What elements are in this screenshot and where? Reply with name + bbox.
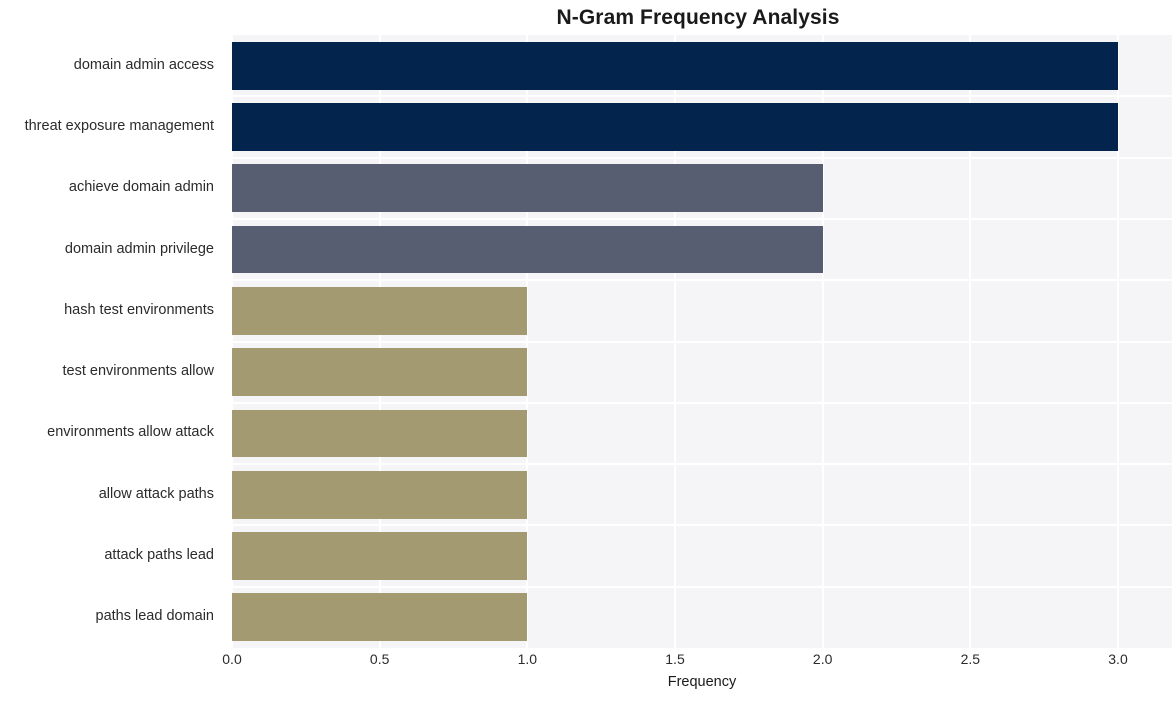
bar — [232, 286, 528, 335]
y-axis-tick-labels: domain admin access threat exposure manag… — [0, 35, 224, 648]
gridline-horizontal — [232, 524, 1172, 527]
y-axis-tick-label: attack paths lead — [104, 547, 214, 564]
bar — [232, 409, 528, 458]
y-axis-tick-label: threat exposure management — [24, 117, 214, 134]
x-axis-tick-label: 1.0 — [517, 651, 538, 667]
x-axis-tick-label: 0.5 — [369, 651, 390, 667]
bar — [232, 532, 528, 580]
bar — [232, 164, 823, 213]
y-axis-tick-label: allow attack paths — [98, 485, 214, 502]
gridline-horizontal — [232, 585, 1172, 588]
x-axis-tick-label: 2.5 — [960, 651, 981, 667]
bar — [232, 348, 528, 397]
gridline-horizontal — [232, 340, 1172, 343]
y-axis-tick-label: domain admin privilege — [64, 240, 214, 257]
gridline-horizontal — [232, 217, 1172, 220]
x-axis-tick-label: 2.0 — [812, 651, 833, 667]
plot-area — [232, 35, 1172, 648]
gridline-horizontal — [232, 95, 1172, 98]
bar — [232, 225, 823, 274]
bar — [232, 103, 1118, 151]
y-axis-tick-label: environments allow attack — [47, 424, 214, 441]
y-axis-tick-label: achieve domain admin — [68, 179, 214, 196]
y-axis-tick-label: hash test environments — [64, 301, 214, 318]
x-axis-tick-label: 3.0 — [1108, 651, 1128, 667]
bar — [232, 593, 528, 642]
gridline-horizontal — [232, 279, 1172, 282]
chart-title: N-Gram Frequency Analysis — [556, 6, 840, 29]
y-axis-tick-label: paths lead domain — [95, 608, 215, 625]
gridline-horizontal — [232, 156, 1172, 159]
chart-figure: N-Gram Frequency Analysis domain admin a… — [0, 0, 1172, 701]
gridline-horizontal — [232, 401, 1172, 404]
bar — [232, 470, 528, 519]
y-axis-tick-label: test environments allow — [62, 363, 214, 380]
x-axis-tick-labels: 0.0 0.5 1.0 1.5 2.0 2.5 3.0 — [0, 651, 1172, 675]
gridline-horizontal — [232, 463, 1172, 466]
x-axis-tick-label: 0.0 — [222, 651, 242, 667]
x-axis-title: Frequency — [667, 674, 737, 690]
x-axis-tick-label: 1.5 — [665, 651, 685, 667]
bar — [232, 41, 1118, 90]
y-axis-tick-label: domain admin access — [73, 56, 214, 73]
